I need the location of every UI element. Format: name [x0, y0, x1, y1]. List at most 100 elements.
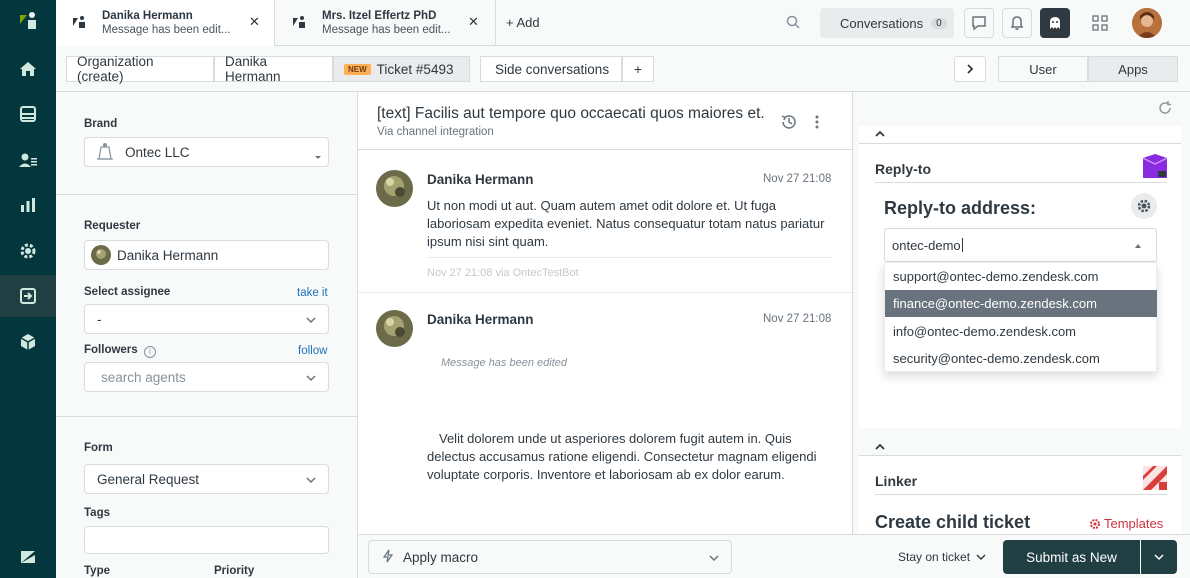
reply-to-option[interactable]: support@ontec-demo.zendesk.com	[885, 263, 1157, 290]
tags-input[interactable]	[84, 526, 329, 554]
add-side-conversation-button[interactable]: +	[622, 56, 654, 82]
tab-title: Mrs. Itzel Effertz PhD	[322, 10, 437, 22]
grid-apps-icon[interactable]	[1092, 15, 1108, 34]
linker-app-title: Linker	[875, 473, 918, 489]
more-options-icon[interactable]	[813, 113, 821, 134]
expand-panel-button[interactable]	[954, 56, 986, 82]
views-icon[interactable]	[0, 93, 56, 135]
breadcrumb-organization[interactable]: Organization (create)	[66, 54, 214, 84]
apps-sidebar-icon[interactable]	[0, 275, 56, 317]
message-meta: Nov 27 21:08 via OntecTestBot	[427, 267, 579, 279]
chevron-down-icon	[709, 555, 719, 562]
zendesk-logo-icon[interactable]	[0, 0, 56, 42]
search-icon[interactable]	[786, 15, 800, 32]
message-body: Velit dolorem unde ut asperiores dolorem…	[427, 431, 817, 482]
brand-select[interactable]: Ontec LLC	[84, 137, 329, 167]
followers-input[interactable]: search agents	[84, 362, 329, 392]
caret-up-icon	[1135, 244, 1141, 248]
close-icon[interactable]: ✕	[468, 14, 479, 30]
admin-gear-icon[interactable]	[0, 230, 56, 272]
requester-value: Danika Hermann	[117, 247, 219, 263]
submit-as-new-button[interactable]: Submit as New	[1003, 540, 1140, 574]
gear-icon	[1090, 518, 1100, 529]
ticket-footer: Apply macro Stay on ticket Submit as New	[358, 534, 1190, 578]
chevron-down-icon	[1154, 554, 1164, 561]
message-author[interactable]: Danika Hermann	[427, 312, 534, 327]
conversations-label: Conversations	[840, 15, 924, 31]
reply-to-option[interactable]: info@ontec-demo.zendesk.com	[885, 318, 1157, 345]
stay-on-ticket-select[interactable]: Stay on ticket	[898, 550, 986, 564]
message-author-avatar	[376, 310, 413, 347]
chevron-down-icon	[306, 375, 316, 382]
new-status-badge: NEW	[344, 63, 371, 75]
ticket-tab-2[interactable]: Mrs. Itzel Effertz PhD Message has been …	[276, 0, 495, 46]
followers-placeholder: search agents	[101, 369, 186, 385]
customers-icon[interactable]	[0, 139, 56, 181]
refresh-icon[interactable]	[1157, 100, 1173, 119]
zendesk-z-logo-icon[interactable]	[0, 536, 56, 578]
take-it-link[interactable]: take it	[297, 287, 328, 299]
linker-app-logo-icon	[1143, 466, 1167, 490]
conversations-count: 0	[931, 17, 947, 29]
breadcrumb-requester[interactable]: Danika Hermann	[214, 54, 333, 84]
reporting-icon[interactable]	[0, 184, 56, 226]
tab-subtitle: Message has been edit...	[322, 24, 451, 36]
chevron-right-icon	[967, 64, 974, 74]
reply-to-app-title: Reply-to	[875, 161, 931, 177]
ticket-icon	[72, 15, 88, 32]
tab-subtitle: Message has been edit...	[102, 24, 231, 36]
conversations-button[interactable]: Conversations 0	[820, 8, 954, 38]
side-conversations-button[interactable]: Side conversations	[480, 56, 622, 82]
tab-user[interactable]: User	[998, 56, 1088, 82]
follow-link[interactable]: follow	[298, 345, 327, 357]
ticket-properties-panel: Brand Ontec LLC Requester Danika Hermann…	[56, 92, 358, 578]
reply-to-option-highlighted[interactable]: finance@ontec-demo.zendesk.com	[885, 290, 1157, 317]
assignee-select[interactable]: -	[84, 304, 329, 334]
via-channel: Via channel integration	[377, 126, 494, 138]
brand-value: Ontec LLC	[125, 144, 190, 160]
info-icon[interactable]: i	[143, 346, 156, 358]
type-label: Type	[84, 565, 110, 577]
package-icon[interactable]	[0, 321, 56, 363]
chat-icon[interactable]	[964, 8, 994, 38]
reply-to-address-input[interactable]: ontec-demo	[884, 228, 1157, 262]
left-navigation	[0, 0, 56, 578]
ghost-icon[interactable]	[1040, 8, 1070, 38]
linker-app: Linker Create child ticket Templates	[859, 438, 1181, 534]
breadcrumb-ticket[interactable]: NEW Ticket #5493	[333, 56, 470, 82]
user-avatar[interactable]	[1132, 8, 1162, 38]
reply-to-address-heading: Reply-to address:	[884, 198, 1037, 218]
chevron-up-icon[interactable]	[875, 443, 885, 451]
apps-panel: Reply-to Reply-to address: ontec-demo su…	[852, 92, 1190, 534]
apply-macro-select[interactable]: Apply macro	[368, 540, 732, 574]
templates-link[interactable]: Templates	[1089, 516, 1163, 531]
tab-apps[interactable]: Apps	[1088, 56, 1178, 82]
priority-label: Priority	[214, 565, 255, 577]
chevron-down-icon	[306, 317, 316, 324]
chevron-up-icon[interactable]	[875, 130, 885, 138]
submit-options-button[interactable]	[1141, 540, 1177, 574]
home-icon[interactable]	[0, 48, 56, 90]
assignee-label: Select assignee	[84, 286, 171, 298]
form-label: Form	[84, 442, 113, 454]
reply-to-option[interactable]: security@ontec-demo.zendesk.com	[885, 345, 1157, 372]
history-icon[interactable]	[780, 113, 798, 134]
requester-field[interactable]: Danika Hermann	[84, 240, 329, 270]
caret-down-icon	[314, 149, 322, 164]
message-body: Ut non modi ut aut. Quam autem amet odit…	[427, 198, 825, 249]
reply-to-input-value: ontec-demo	[892, 237, 961, 253]
lightning-icon	[381, 549, 395, 566]
close-icon[interactable]: ✕	[249, 14, 260, 30]
ticket-number: Ticket #5493	[376, 61, 454, 77]
chevron-down-icon	[306, 477, 316, 484]
add-tab-button[interactable]: + Add	[506, 15, 540, 30]
ticket-tab-1[interactable]: Danika Hermann Message has been edit... …	[56, 0, 275, 46]
message-timestamp: Nov 27 21:08	[763, 173, 832, 185]
settings-gear-icon[interactable]	[1131, 193, 1157, 219]
bell-icon[interactable]	[1002, 8, 1032, 38]
requester-label: Requester	[84, 220, 141, 232]
form-select[interactable]: General Request	[84, 464, 329, 494]
message-author[interactable]: Danika Hermann	[427, 172, 534, 187]
top-bar: Danika Hermann Message has been edit... …	[56, 0, 1190, 46]
reply-to-dropdown-list: support@ontec-demo.zendesk.com finance@o…	[884, 262, 1157, 372]
